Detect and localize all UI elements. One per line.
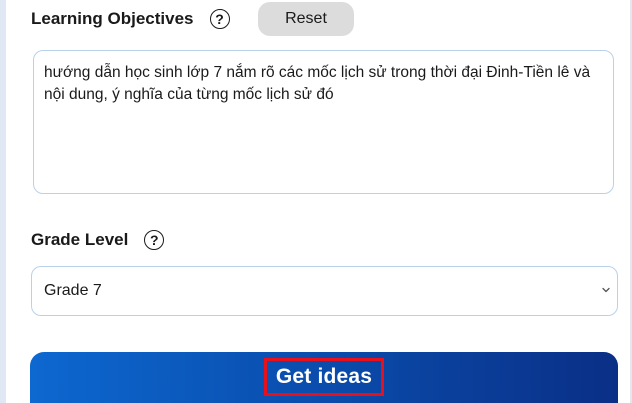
chevron-down-icon	[602, 287, 610, 293]
learning-objectives-label-row: Learning Objectives ?	[31, 9, 230, 29]
grade-level-selected-value: Grade 7	[44, 282, 102, 299]
grade-level-select[interactable]: Grade 7	[31, 266, 618, 316]
get-ideas-button[interactable]: Get ideas	[30, 352, 618, 403]
grade-level-label-row: Grade Level ?	[31, 230, 165, 250]
reset-button[interactable]: Reset	[258, 2, 354, 36]
question-circle-icon[interactable]: ?	[144, 230, 165, 250]
left-edge-divider	[0, 0, 6, 403]
question-circle-icon[interactable]: ?	[209, 9, 230, 29]
get-ideas-label: Get ideas	[263, 358, 385, 396]
learning-objectives-textarea[interactable]: hướng dẫn học sinh lớp 7 nắm rõ các mốc …	[33, 50, 614, 194]
learning-objectives-label: Learning Objectives	[31, 9, 194, 28]
learning-objectives-text: hướng dẫn học sinh lớp 7 nắm rõ các mốc …	[44, 64, 591, 103]
form-panel: Learning Objectives ? Reset hướng dẫn họ…	[0, 0, 632, 403]
grade-level-label: Grade Level	[31, 230, 129, 249]
